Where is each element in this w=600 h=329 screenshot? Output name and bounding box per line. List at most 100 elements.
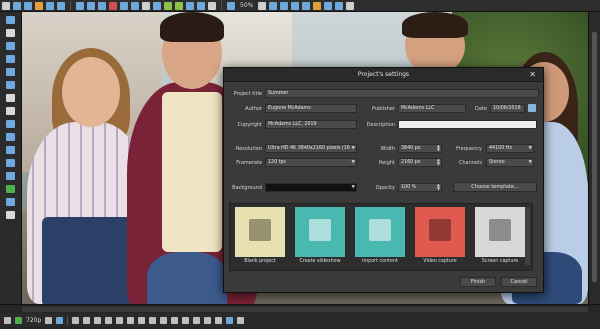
volume-icon[interactable] [56, 316, 64, 324]
move-up-icon[interactable] [164, 1, 172, 10]
split-icon[interactable] [160, 316, 168, 324]
spinner-icon[interactable]: ▲ ▼ [437, 159, 440, 166]
settings-icon[interactable] [226, 316, 234, 324]
spinner-icon[interactable]: ▲ ▼ [437, 145, 440, 152]
hand-tool-icon[interactable] [6, 29, 15, 37]
cancel-button[interactable]: Cancel [501, 277, 537, 287]
export-icon[interactable] [35, 1, 43, 10]
ellipse-tool-icon[interactable] [6, 81, 15, 89]
shape-tool-icon[interactable] [6, 120, 15, 128]
move-down-icon[interactable] [175, 1, 183, 10]
more-icon[interactable] [237, 316, 245, 324]
templates-scrollbar[interactable] [525, 207, 530, 265]
layers-icon[interactable] [186, 1, 194, 10]
date-input[interactable]: 10/06/2018 [490, 104, 525, 113]
brush-tool-icon[interactable] [6, 55, 15, 63]
create-slideshow-tile[interactable] [295, 207, 345, 257]
rotate-icon[interactable] [120, 1, 128, 10]
close-icon[interactable]: ✕ [529, 70, 536, 79]
project-title-input[interactable]: Summer [265, 89, 539, 98]
channels-select[interactable]: Stereo ▼ [486, 158, 534, 167]
video-capture-tile[interactable] [415, 207, 465, 257]
preview-resolution[interactable]: 720p [26, 317, 41, 324]
toolbar-divider [221, 1, 222, 10]
redo-icon[interactable] [57, 1, 65, 10]
prev-frame-icon[interactable] [94, 316, 102, 324]
vertical-scrollbar[interactable] [588, 12, 600, 304]
flip-icon[interactable] [142, 1, 150, 10]
effects-tool-icon[interactable] [6, 185, 15, 193]
framerate-select[interactable]: 120 fps ▼ [265, 158, 357, 167]
blank-project-tile[interactable] [235, 207, 285, 257]
person-hair [160, 12, 224, 42]
cut-icon[interactable] [76, 1, 84, 10]
group-icon[interactable] [197, 1, 205, 10]
preview-icon[interactable] [302, 1, 311, 10]
zoom-in-icon[interactable] [182, 316, 190, 324]
info-icon[interactable] [335, 1, 344, 10]
paste-icon[interactable] [98, 1, 106, 10]
trim-icon[interactable] [171, 316, 179, 324]
copy-icon[interactable] [87, 1, 95, 10]
copyright-input[interactable]: McAdams LLC, 2019 [265, 120, 357, 129]
image-tool-icon[interactable] [6, 133, 15, 141]
properties-icon[interactable] [208, 1, 216, 10]
pen-tool-icon[interactable] [6, 42, 15, 50]
grid-icon[interactable] [280, 1, 289, 10]
snap-icon[interactable] [291, 1, 300, 10]
timeline-track[interactable] [22, 307, 588, 312]
open-icon[interactable] [13, 1, 21, 10]
rectangle-tool-icon[interactable] [6, 68, 15, 76]
more-icon[interactable] [346, 1, 355, 10]
clock-icon[interactable] [72, 316, 80, 324]
zoom-level[interactable]: 50% [240, 2, 253, 9]
width-stepper[interactable]: 3840 px ▲ ▼ [398, 144, 442, 153]
frequency-select[interactable]: 44100 Hz ▼ [486, 144, 534, 153]
save-icon[interactable] [24, 1, 32, 10]
new-icon[interactable] [2, 1, 10, 10]
finish-button[interactable]: Finish [460, 277, 496, 287]
text-tool-icon[interactable] [6, 94, 15, 102]
author-input[interactable]: Eugene McAdams [265, 104, 357, 113]
settings-icon[interactable] [313, 1, 322, 10]
chart-tool-icon[interactable] [6, 172, 15, 180]
undo-icon[interactable] [46, 1, 54, 10]
transform-tool-icon[interactable] [6, 211, 15, 219]
fit-icon[interactable] [269, 1, 278, 10]
help-icon[interactable] [324, 1, 333, 10]
skip-forward-icon[interactable] [127, 316, 135, 324]
scrollbar-thumb[interactable] [592, 32, 597, 282]
publisher-input[interactable]: McAdams LLC [398, 104, 466, 113]
subtitle-tool-icon[interactable] [6, 198, 15, 206]
snapshot-icon[interactable] [215, 316, 223, 324]
opacity-stepper[interactable]: 100 % ▲ ▼ [398, 183, 442, 192]
next-frame-icon[interactable] [116, 316, 124, 324]
pause-icon[interactable] [105, 316, 113, 324]
spinner-icon[interactable]: ▲ ▼ [437, 184, 440, 191]
resolution-select[interactable]: Ultra HD 4K 3840x2160 pixels (16 ▼ [265, 144, 357, 153]
zoom-out-icon[interactable] [193, 316, 201, 324]
marker-icon[interactable] [149, 316, 157, 324]
skip-back-icon[interactable] [83, 316, 91, 324]
zoom-dropdown-icon[interactable] [258, 1, 267, 10]
play-icon[interactable] [15, 316, 22, 324]
align-icon[interactable] [153, 1, 161, 10]
crop-icon[interactable] [131, 1, 139, 10]
screen-capture-tile[interactable] [475, 207, 525, 257]
video-tool-icon[interactable] [6, 146, 15, 154]
menu-icon[interactable] [4, 316, 11, 324]
line-tool-icon[interactable] [6, 107, 15, 115]
fullscreen-icon[interactable] [204, 316, 212, 324]
delete-icon[interactable] [109, 1, 117, 10]
description-input[interactable] [398, 120, 537, 129]
select-tool-icon[interactable] [6, 16, 15, 24]
zoom-icon[interactable] [227, 1, 235, 10]
height-stepper[interactable]: 2160 px ▲ ▼ [398, 158, 442, 167]
calendar-icon[interactable] [528, 104, 536, 112]
choose-template-button[interactable]: Choose template... [453, 182, 537, 192]
chevron-down-icon[interactable] [45, 316, 53, 324]
loop-icon[interactable] [138, 316, 146, 324]
background-color-select[interactable]: ▼ [265, 183, 357, 192]
import-content-tile[interactable] [355, 207, 405, 257]
audio-tool-icon[interactable] [6, 159, 15, 167]
